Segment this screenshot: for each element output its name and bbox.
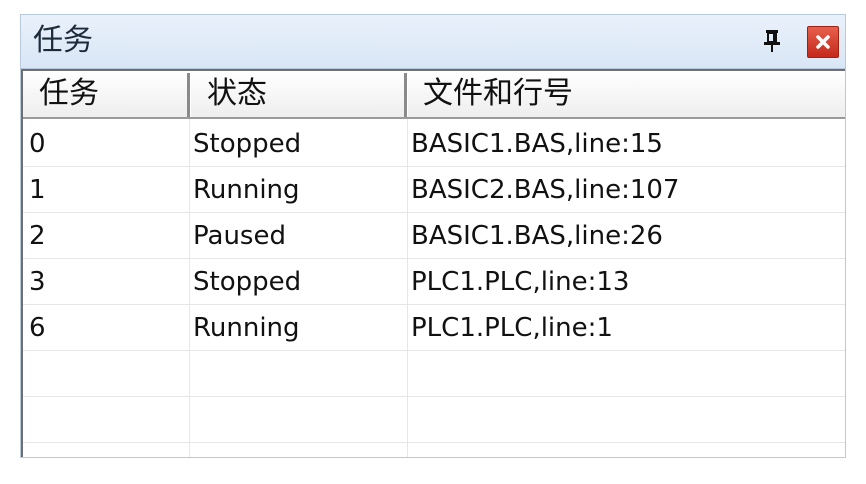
column-divider[interactable] — [187, 73, 191, 117]
pin-icon — [764, 30, 780, 52]
window-title: 任务 — [33, 23, 93, 58]
cell-task: 1 — [29, 175, 46, 205]
table-row-empty[interactable] — [23, 397, 845, 443]
close-icon — [816, 35, 830, 49]
table-row[interactable]: 6 Running PLC1.PLC,line:1 — [23, 305, 845, 351]
table-row[interactable]: 3 Stopped PLC1.PLC,line:13 — [23, 259, 845, 305]
cell-status: Paused — [193, 221, 286, 251]
task-window: 任务 任务 状态 文件和行号 0 Stopped BASIC1.BAS,line… — [20, 14, 846, 458]
column-header-file-line[interactable]: 文件和行号 — [423, 71, 573, 117]
table-header: 任务 状态 文件和行号 — [23, 69, 845, 119]
column-divider[interactable] — [404, 73, 408, 117]
pin-button[interactable] — [759, 27, 785, 55]
cell-task: 0 — [29, 129, 46, 159]
cell-file-line: BASIC1.BAS,line:15 — [411, 129, 663, 159]
cell-file-line: BASIC1.BAS,line:26 — [411, 221, 663, 251]
cell-task: 2 — [29, 221, 46, 251]
cell-task: 3 — [29, 267, 46, 297]
table-row[interactable]: 0 Stopped BASIC1.BAS,line:15 — [23, 121, 845, 167]
column-header-task[interactable]: 任务 — [39, 71, 99, 117]
cell-task: 6 — [29, 313, 46, 343]
table-row[interactable]: 2 Paused BASIC1.BAS,line:26 — [23, 213, 845, 259]
column-header-status[interactable]: 状态 — [207, 71, 267, 117]
title-bar[interactable]: 任务 — [21, 15, 845, 69]
cell-status: Running — [193, 175, 300, 205]
cell-status: Running — [193, 313, 300, 343]
cell-file-line: PLC1.PLC,line:1 — [411, 313, 613, 343]
cell-status: Stopped — [193, 267, 302, 297]
cell-status: Stopped — [193, 129, 302, 159]
table-row-empty[interactable] — [23, 351, 845, 397]
task-table: 任务 状态 文件和行号 0 Stopped BASIC1.BAS,line:15… — [21, 69, 845, 457]
cell-file-line: PLC1.PLC,line:13 — [411, 267, 630, 297]
close-button[interactable] — [807, 26, 839, 58]
table-row[interactable]: 1 Running BASIC2.BAS,line:107 — [23, 167, 845, 213]
cell-file-line: BASIC2.BAS,line:107 — [411, 175, 680, 205]
